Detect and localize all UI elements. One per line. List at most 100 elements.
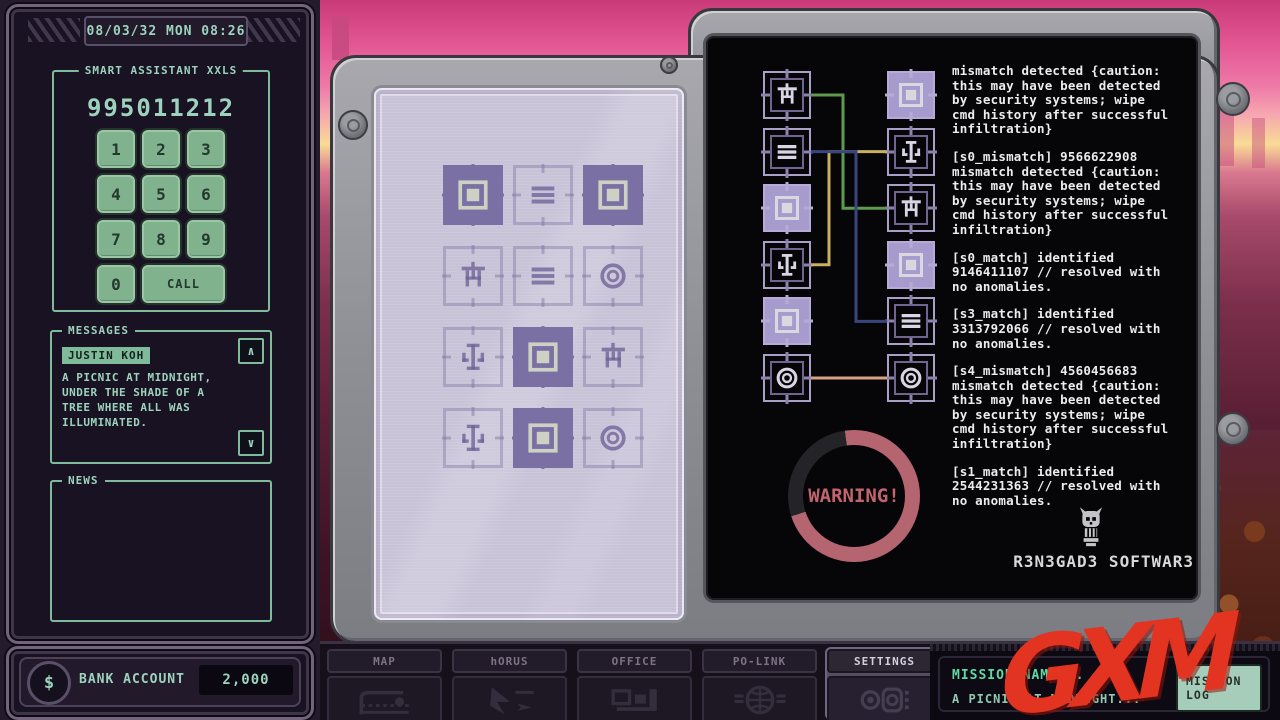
tab-office[interactable]: OFFICE <box>575 647 694 720</box>
connection-lines <box>763 71 935 411</box>
call-button[interactable]: CALL <box>140 263 227 305</box>
renegade-skull-icon <box>1076 506 1106 552</box>
bank-balance: 2,000 <box>199 665 293 695</box>
torii-icon <box>773 81 801 109</box>
grid-tile-antenna[interactable] <box>443 327 503 387</box>
dollar-icon: $ <box>27 661 71 705</box>
hatch-decor <box>28 18 80 42</box>
tab-strip: MAP hORUS OFFICE PO-LINK SETTINGS <box>320 644 947 720</box>
key-4[interactable]: 4 <box>95 173 137 215</box>
tab-label: OFFICE <box>577 649 692 673</box>
square-icon <box>526 340 560 374</box>
lines-icon <box>897 307 925 335</box>
lines-icon <box>773 138 801 166</box>
grid-tile-lines[interactable] <box>513 246 573 306</box>
keypad: 123 456 789 0CALL <box>54 72 268 310</box>
ring-icon <box>897 364 925 392</box>
game-screen: mismatch detected {caution: this may hav… <box>0 0 1280 720</box>
polink-icon <box>728 680 792 720</box>
grid-tile-square-filled[interactable] <box>443 165 503 225</box>
tab-label: SETTINGS <box>827 649 942 673</box>
key-1[interactable]: 1 <box>95 128 137 170</box>
torii-icon <box>596 340 630 374</box>
tab-icon-box <box>702 676 817 720</box>
log-entry: [s3_match] identified 3313792066 // reso… <box>952 307 1200 351</box>
antenna-icon <box>456 340 490 374</box>
log-entry: [s1_match] identified 2544231363 // reso… <box>952 465 1200 509</box>
tab-po-link[interactable]: PO-LINK <box>700 647 819 720</box>
lines-icon <box>526 178 560 212</box>
grid-tile-lines[interactable] <box>513 165 573 225</box>
news-panel: NEWS <box>50 480 272 622</box>
bank-inner: $ BANK ACCOUNT 2,000 <box>19 657 301 707</box>
node-diagram <box>763 71 935 411</box>
horus-icon <box>478 680 542 720</box>
bolt <box>1216 412 1250 446</box>
scroll-up-button[interactable]: ∧ <box>238 338 264 364</box>
tab-label: hORUS <box>452 649 567 673</box>
torii-icon <box>897 194 925 222</box>
square-icon <box>456 178 490 212</box>
key-9[interactable]: 9 <box>185 218 227 260</box>
ring-icon <box>596 421 630 455</box>
log-entry: [s0_match] identified 9146411107 // reso… <box>952 251 1200 295</box>
hack-grid <box>443 165 643 470</box>
grid-tile-antenna[interactable] <box>443 408 503 468</box>
log-entry: [s4_mismatch] 4560456683 mismatch detect… <box>952 364 1200 452</box>
square-icon <box>773 194 801 222</box>
message-body: A PICNIC AT MIDNIGHT, UNDER THE SHADE OF… <box>62 370 232 430</box>
tab-icon-box <box>452 676 567 720</box>
grid-tile-square-filled[interactable] <box>513 408 573 468</box>
map-icon <box>353 680 417 720</box>
ring-icon <box>596 259 630 293</box>
bolt <box>1216 82 1250 116</box>
warning-label: WARNING! <box>808 485 900 507</box>
messages-title: MESSAGES <box>62 324 135 337</box>
lines-icon <box>526 259 560 293</box>
square-icon <box>897 81 925 109</box>
key-3[interactable]: 3 <box>185 128 227 170</box>
key-0[interactable]: 0 <box>95 263 137 305</box>
message-sender[interactable]: JUSTIN KOH <box>62 347 150 364</box>
phone-sidebar: 08/03/32 MON 08:26 SMART ASSISTANT XXLS … <box>0 0 320 720</box>
settings-icon <box>853 680 917 720</box>
grid-tile-ring[interactable] <box>583 408 643 468</box>
news-title: NEWS <box>62 474 105 487</box>
screw <box>660 56 678 74</box>
bank-bar: $ BANK ACCOUNT 2,000 <box>6 646 314 720</box>
tab-icon-box <box>327 676 442 720</box>
tab-horus[interactable]: hORUS <box>450 647 569 720</box>
scroll-down-button[interactable]: ∨ <box>238 430 264 456</box>
key-5[interactable]: 5 <box>140 173 182 215</box>
grid-tile-square-filled[interactable] <box>513 327 573 387</box>
tab-icon-box <box>827 676 942 720</box>
key-2[interactable]: 2 <box>140 128 182 170</box>
key-6[interactable]: 6 <box>185 173 227 215</box>
messages-panel: MESSAGES JUSTIN KOH A PICNIC AT MIDNIGHT… <box>50 330 272 464</box>
grid-tile-square-filled[interactable] <box>583 165 643 225</box>
ring-icon <box>773 364 801 392</box>
tab-map[interactable]: MAP <box>325 647 444 720</box>
warning-gauge-center: WARNING! <box>803 445 905 547</box>
key-8[interactable]: 8 <box>140 218 182 260</box>
torii-icon <box>456 259 490 293</box>
grid-tile-torii[interactable] <box>443 246 503 306</box>
tab-label: PO-LINK <box>702 649 817 673</box>
square-icon <box>897 251 925 279</box>
office-icon <box>603 680 667 720</box>
antenna-icon <box>456 421 490 455</box>
bank-account-label: BANK ACCOUNT <box>79 672 185 687</box>
city-building <box>332 16 349 60</box>
square-icon <box>773 307 801 335</box>
city-building <box>1252 118 1265 168</box>
antenna-icon <box>897 138 925 166</box>
square-icon <box>596 178 630 212</box>
square-icon <box>526 421 560 455</box>
key-7[interactable]: 7 <box>95 218 137 260</box>
renegade-brand: R3N3GAD3 SOFTWAR3 <box>952 552 1194 571</box>
grid-tile-ring[interactable] <box>583 246 643 306</box>
terminal-log: mismatch detected {caution: this may hav… <box>952 64 1200 521</box>
smart-assistant-panel: SMART ASSISTANT XXLS 995011212 123456789… <box>52 70 270 312</box>
grid-tile-torii[interactable] <box>583 327 643 387</box>
tab-settings[interactable]: SETTINGS <box>825 647 944 720</box>
